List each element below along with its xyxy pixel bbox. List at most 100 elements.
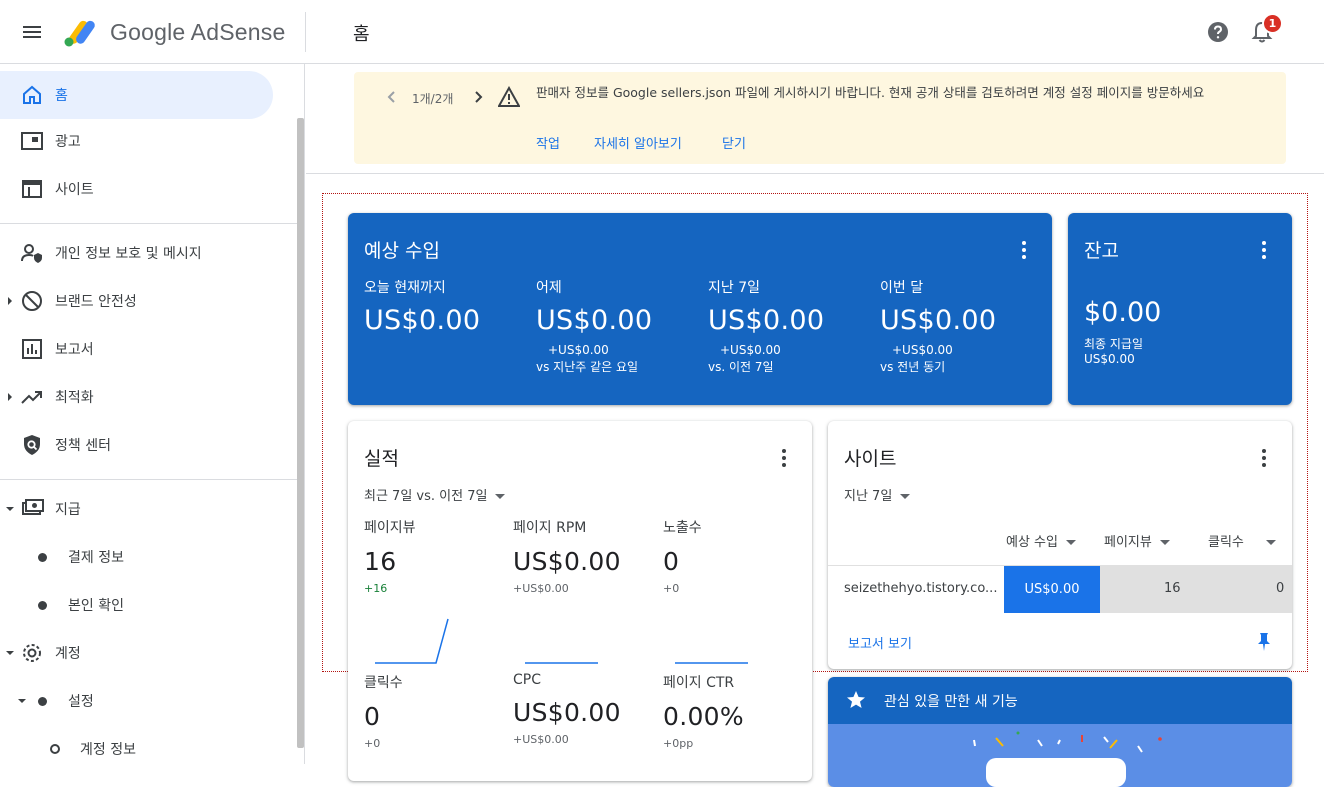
metric-cpc[interactable]: CPC US$0.00 +US$0.00 bbox=[513, 672, 653, 746]
sidebar-item-brand-safety[interactable]: 브랜드 안전성 bbox=[0, 277, 273, 325]
metric-value: 0 bbox=[663, 547, 680, 576]
banner-action-link[interactable]: 작업 bbox=[536, 133, 560, 152]
metric-delta: +0 bbox=[364, 737, 381, 750]
sidebar-item-optimization[interactable]: 최적화 bbox=[0, 373, 273, 421]
date-range-dropdown[interactable]: 최근 7일 vs. 이전 7일 bbox=[364, 485, 506, 504]
hamburger-menu-icon[interactable] bbox=[22, 22, 42, 42]
sidebar-item-account[interactable]: 계정 bbox=[0, 629, 273, 677]
earnings-compare: vs 지난주 같은 요일 bbox=[536, 360, 639, 374]
metric-value: 16 bbox=[364, 547, 397, 576]
more-options-icon[interactable] bbox=[1261, 449, 1267, 467]
metric-label: 페이지 RPM bbox=[513, 520, 587, 536]
column-header-revenue[interactable]: 예상 수입 bbox=[1006, 531, 1076, 550]
sidebar-item-reports[interactable]: 보고서 bbox=[0, 325, 273, 373]
confetti-illustration bbox=[973, 731, 1162, 787]
block-icon bbox=[22, 291, 42, 311]
sidebar-item-account-info[interactable]: 계정 정보 bbox=[0, 725, 273, 764]
earnings-delta: +US$0.00 bbox=[548, 343, 609, 357]
page-title: 홈 bbox=[353, 24, 370, 45]
site-metrics-cell: 16 0 bbox=[1100, 566, 1292, 613]
sidebar-item-policy-center[interactable]: 정책 센터 bbox=[0, 421, 273, 469]
sidebar: 홈 광고 사이트 개인 정보 보호 및 메시지 브랜드 안전성 보고서 최적화 … bbox=[0, 64, 305, 764]
impressions-sparkline bbox=[675, 662, 748, 664]
sidebar-item-sites[interactable]: 사이트 bbox=[0, 165, 273, 213]
hollow-bullet-icon bbox=[50, 744, 60, 754]
sidebar-item-label: 계정 정보 bbox=[80, 742, 136, 758]
sidebar-item-identity-verification[interactable]: 본인 확인 bbox=[0, 581, 273, 629]
metric-delta: +US$0.00 bbox=[513, 733, 569, 746]
earnings-value: US$0.00 bbox=[364, 305, 481, 336]
metric-impressions[interactable]: 노출수 0 +0 bbox=[663, 517, 803, 595]
more-options-icon[interactable] bbox=[1021, 241, 1027, 259]
sidebar-item-label: 브랜드 안전성 bbox=[55, 294, 137, 310]
new-features-header: 관심 있을 만한 새 기능 bbox=[828, 677, 1292, 724]
more-options-icon[interactable] bbox=[1261, 241, 1267, 259]
metric-value: US$0.00 bbox=[513, 547, 621, 576]
collapse-caret-icon bbox=[6, 507, 14, 511]
view-report-link[interactable]: 보고서 보기 bbox=[848, 633, 912, 652]
dropdown-arrow-icon bbox=[900, 494, 911, 499]
banner-message: 판매자 정보를 Google sellers.json 파일에 게시하시기 바랍… bbox=[536, 85, 1205, 100]
sites-card: 사이트 지난 7일 예상 수입 페이지뷰 클릭수 seizethehyo.tis… bbox=[828, 421, 1292, 669]
banner-learn-more-link[interactable]: 자세히 알아보기 bbox=[594, 133, 682, 152]
site-clicks: 0 bbox=[1276, 581, 1285, 596]
earnings-compare: vs 전년 동기 bbox=[880, 360, 946, 374]
column-header-pageviews[interactable]: 페이지뷰 bbox=[1104, 531, 1170, 550]
star-icon bbox=[847, 691, 865, 708]
banner-close-link[interactable]: 닫기 bbox=[722, 133, 746, 152]
warning-icon bbox=[498, 86, 520, 107]
sort-arrow-icon bbox=[1065, 540, 1076, 545]
sidebar-item-label: 홈 bbox=[55, 88, 68, 104]
sidebar-item-home[interactable]: 홈 bbox=[0, 71, 273, 119]
ads-icon bbox=[21, 132, 43, 150]
bullet-icon bbox=[38, 601, 47, 610]
sort-arrow-icon bbox=[1159, 540, 1170, 545]
earnings-label: 오늘 현재까지 bbox=[364, 280, 446, 296]
expand-caret-icon bbox=[8, 297, 12, 305]
metric-delta: +16 bbox=[364, 582, 388, 595]
sort-arrow-icon bbox=[1265, 540, 1276, 545]
metric-label: 페이지뷰 bbox=[364, 520, 416, 536]
metric-clicks[interactable]: 클릭수 0 +0 bbox=[364, 672, 504, 750]
sidebar-divider bbox=[0, 479, 297, 480]
sidebar-scrollbar[interactable] bbox=[297, 118, 304, 748]
adsense-logo[interactable]: Google AdSense bbox=[64, 16, 285, 48]
more-options-icon[interactable] bbox=[781, 449, 787, 467]
metric-page-rpm[interactable]: 페이지 RPM US$0.00 +US$0.00 bbox=[513, 517, 653, 595]
earnings-delta: +US$0.00 bbox=[720, 343, 781, 357]
sidebar-item-ads[interactable]: 광고 bbox=[0, 117, 273, 165]
sidebar-item-label: 지급 bbox=[55, 502, 81, 518]
product-name: Google AdSense bbox=[110, 18, 286, 45]
metric-delta: +US$0.00 bbox=[513, 582, 569, 595]
earnings-label: 지난 7일 bbox=[708, 280, 760, 296]
metric-page-ctr[interactable]: 페이지 CTR 0.00% +0pp bbox=[663, 672, 803, 750]
help-icon[interactable] bbox=[1207, 21, 1229, 43]
payments-icon bbox=[22, 499, 44, 515]
metric-value: 0.00% bbox=[663, 702, 744, 731]
chevron-left-icon[interactable] bbox=[384, 89, 400, 105]
earnings-this-month: 이번 달 US$0.00 +US$0.00 vs 전년 동기 bbox=[880, 277, 1048, 375]
dropdown-arrow-icon bbox=[495, 494, 506, 499]
card-title: 잔고 bbox=[1084, 240, 1119, 262]
sidebar-item-payments[interactable]: 지급 bbox=[0, 485, 273, 533]
last-payment-label: 최종 지급일 bbox=[1084, 337, 1144, 351]
date-range-label: 최근 7일 vs. 이전 7일 bbox=[364, 489, 488, 504]
metric-pageviews[interactable]: 페이지뷰 16 +16 bbox=[364, 517, 504, 595]
sidebar-item-label: 개인 정보 보호 및 메시지 bbox=[55, 246, 202, 262]
adsense-logo-icon bbox=[64, 20, 95, 47]
sidebar-item-label: 정책 센터 bbox=[55, 438, 111, 454]
top-divider bbox=[305, 12, 306, 52]
column-header-clicks[interactable]: 클릭수 bbox=[1208, 531, 1276, 550]
pin-icon[interactable] bbox=[1256, 632, 1272, 652]
sidebar-item-privacy-messaging[interactable]: 개인 정보 보호 및 메시지 bbox=[0, 229, 273, 277]
sidebar-item-settings[interactable]: 설정 bbox=[0, 677, 273, 725]
last-payment-value: US$0.00 bbox=[1084, 352, 1135, 366]
page-rpm-sparkline bbox=[525, 662, 598, 664]
table-row[interactable]: seizethehyo.tistory.co... US$0.00 16 0 bbox=[828, 565, 1292, 613]
card-title: 관심 있을 만한 새 기능 bbox=[884, 694, 1018, 710]
balance-value: $0.00 bbox=[1084, 297, 1162, 328]
chevron-right-icon[interactable] bbox=[470, 89, 486, 105]
feature-illustration bbox=[828, 724, 1292, 787]
sidebar-item-payment-info[interactable]: 결제 정보 bbox=[0, 533, 273, 581]
sites-range-dropdown[interactable]: 지난 7일 bbox=[844, 485, 911, 504]
